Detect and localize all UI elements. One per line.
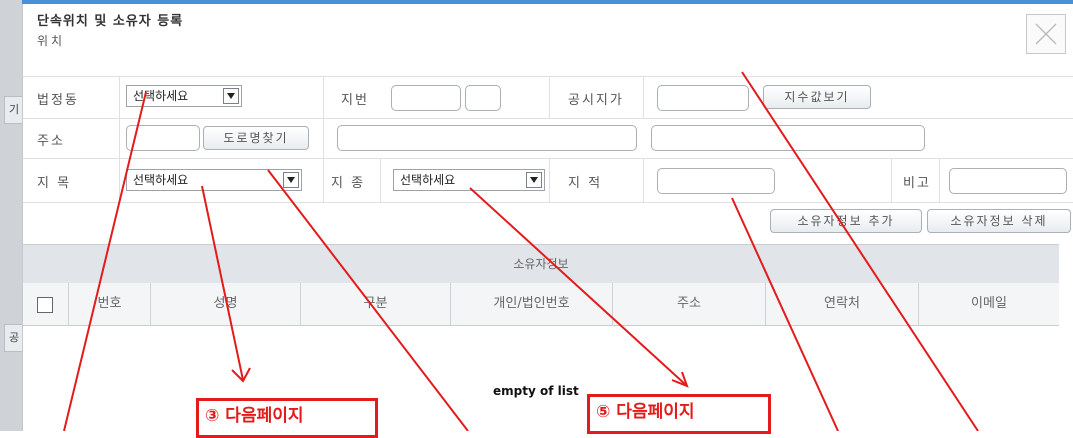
- annotation-arrow-2: [201, 185, 244, 381]
- callout-next-page-5: ⑤ 다음페이지: [587, 394, 771, 434]
- annotation-arrow-1: [63, 91, 147, 431]
- annotation-arrow-3: [267, 169, 469, 431]
- callout-next-page-3: ③ 다음페이지: [196, 398, 378, 438]
- annotation-arrow-6: [741, 71, 979, 431]
- annotation-arrows: [63, 71, 979, 431]
- annotation-arrow-4: [469, 187, 687, 386]
